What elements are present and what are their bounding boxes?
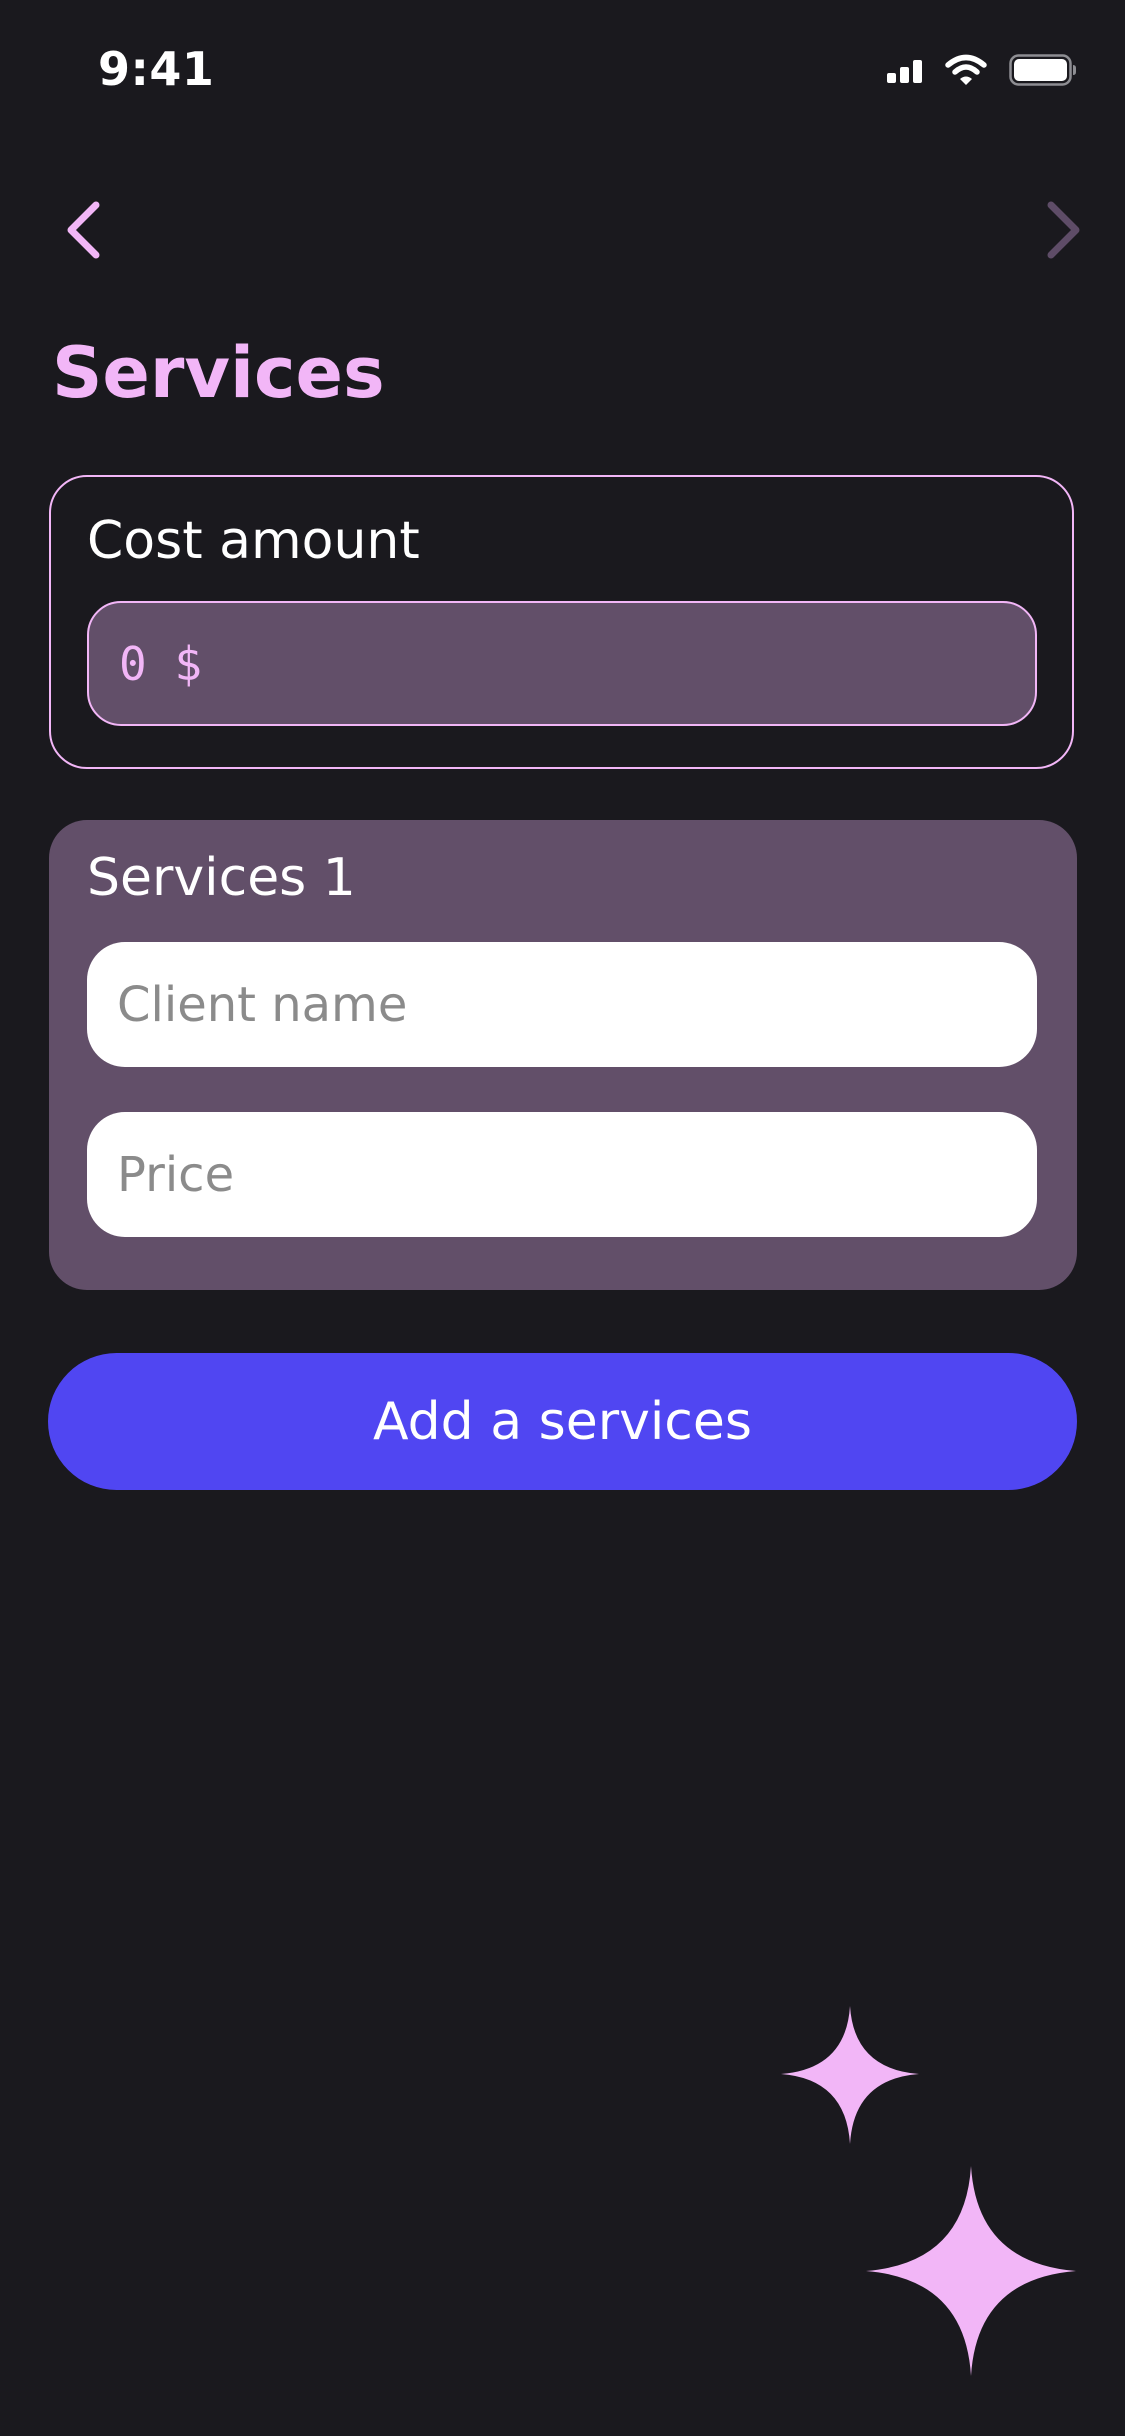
- wifi-icon: [945, 54, 987, 90]
- price-input[interactable]: [87, 1112, 1037, 1237]
- cost-card: Cost amount: [49, 475, 1074, 769]
- sparkle-icon: [781, 2006, 919, 2144]
- chevron-left-icon: [67, 201, 100, 259]
- add-service-button[interactable]: Add a services: [48, 1353, 1077, 1490]
- forward-button[interactable]: [1029, 190, 1099, 270]
- cost-amount-input[interactable]: [87, 601, 1037, 726]
- status-icons: [887, 54, 1077, 90]
- cost-amount-label: Cost amount: [87, 511, 420, 571]
- status-time: 9:41: [98, 42, 215, 96]
- cellular-signal-icon: [887, 57, 923, 87]
- chevron-right-icon: [1047, 201, 1080, 259]
- service-card-title: Services 1: [87, 848, 356, 908]
- battery-icon: [1009, 54, 1077, 90]
- client-name-input[interactable]: [87, 942, 1037, 1067]
- page-title: Services: [52, 332, 385, 414]
- back-button[interactable]: [48, 190, 118, 270]
- sparkle-icon: [866, 2166, 1076, 2376]
- services-screen: 9:41 Services Cost amount 0 $ Services 1…: [0, 0, 1125, 2436]
- service-card: Services 1: [49, 820, 1077, 1290]
